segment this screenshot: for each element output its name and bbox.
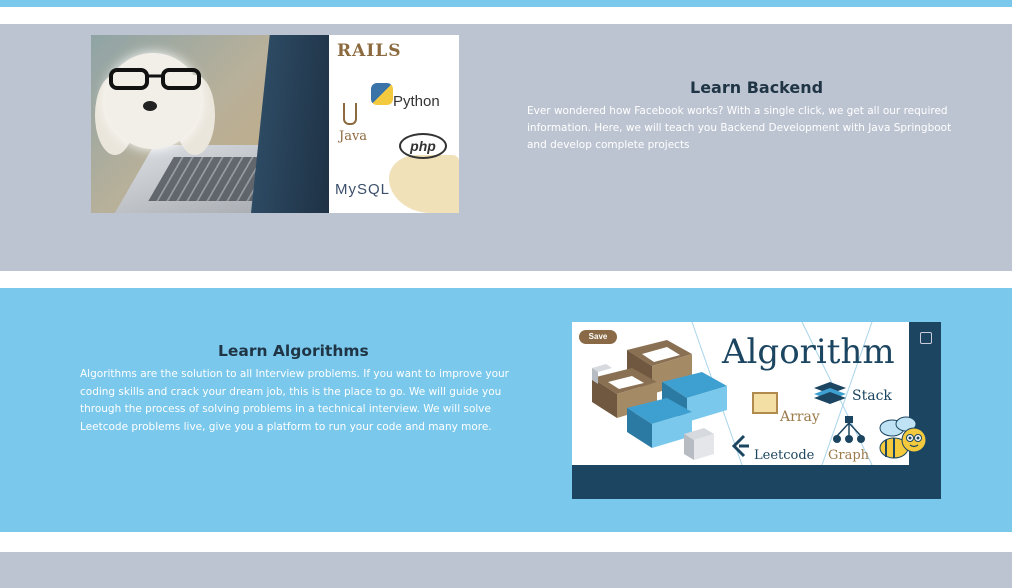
php-logo: php bbox=[399, 133, 447, 159]
rails-logo: RAILS bbox=[337, 41, 402, 61]
algorithm-heading: Algorithm bbox=[722, 332, 895, 372]
dog-nose bbox=[143, 101, 157, 111]
algorithms-description: Algorithms are the solution to all Inter… bbox=[80, 368, 509, 433]
algorithms-title: Learn Algorithms bbox=[218, 342, 369, 360]
mysql-logo: MySQL bbox=[335, 181, 391, 198]
algorithms-image: Save Algorithm Stack Array Leetcode Grap… bbox=[572, 322, 941, 499]
backend-title: Learn Backend bbox=[690, 78, 824, 97]
java-cup-icon bbox=[343, 103, 357, 125]
laptop-screen bbox=[251, 35, 329, 213]
mysql-dolphin-icon bbox=[389, 155, 459, 213]
dog-laptop-photo bbox=[91, 35, 329, 213]
save-label: Save bbox=[588, 332, 608, 341]
backend-description: Ever wondered how Facebook works? With a… bbox=[527, 105, 952, 151]
graph-icon bbox=[833, 416, 865, 443]
top-spacer bbox=[0, 7, 1012, 24]
page: RAILS Python Java php MySQL Learn Backen… bbox=[0, 0, 1012, 588]
algorithm-illustration: Save Algorithm Stack Array Leetcode Grap… bbox=[572, 322, 909, 465]
backend-image: RAILS Python Java php MySQL bbox=[91, 35, 459, 213]
python-icon bbox=[371, 83, 393, 105]
array-label: Array bbox=[780, 409, 820, 425]
array-icon bbox=[752, 392, 778, 414]
python-logo: Python bbox=[393, 93, 440, 110]
save-button[interactable]: Save bbox=[579, 330, 617, 344]
stack-label: Stack bbox=[852, 388, 892, 404]
tech-logos-panel: RAILS Python Java php MySQL bbox=[329, 35, 459, 213]
glasses-icon bbox=[109, 68, 201, 90]
bee-mascot-icon bbox=[879, 416, 927, 459]
expand-icon[interactable] bbox=[920, 332, 932, 344]
java-logo: Java bbox=[339, 129, 368, 144]
leetcode-icon bbox=[731, 434, 749, 458]
leetcode-label: Leetcode bbox=[754, 448, 815, 463]
top-accent-stripe bbox=[0, 0, 1012, 7]
next-section bbox=[0, 552, 1012, 588]
stack-icon bbox=[814, 382, 846, 404]
graph-label: Graph bbox=[828, 448, 870, 463]
